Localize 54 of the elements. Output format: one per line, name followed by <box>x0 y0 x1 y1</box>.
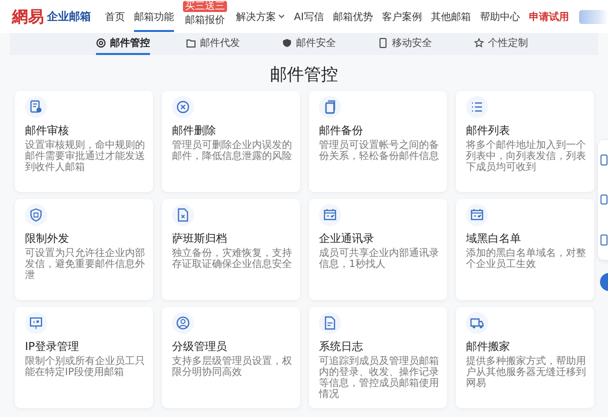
feature-card[interactable]: 分级管理员 支持多层级管理员设置，权限分明协同高效 <box>162 307 300 408</box>
feature-card[interactable]: 邮件搬家 提供多种搬家方式，帮助用户从其他服务器无缝迁移到网易 <box>456 307 594 408</box>
feature-card[interactable]: 萨班斯归档 独立备份，灾难恢复，支持存证取证确保企业信息安全 <box>162 199 300 300</box>
nav-dropdown[interactable]: 解决方案 <box>236 2 285 32</box>
nav-link[interactable]: 其他邮箱 <box>430 2 471 32</box>
feature-description: 限制个别或所有企业员工只能在特定IP段使用邮箱 <box>25 356 145 378</box>
feature-title: 分级管理员 <box>172 340 227 354</box>
feature-title: 邮件审核 <box>25 124 69 138</box>
feature-title: 邮件列表 <box>466 124 510 138</box>
feature-description: 设置审核规则，命中规则的邮件需要审批通过才能发送到收件人邮箱 <box>25 140 145 173</box>
feature-title: 限制外发 <box>25 232 69 246</box>
feature-card[interactable]: 限制外发 可设置为只允许往企业内部发信，避免重要邮件信息外泄 <box>15 199 153 300</box>
feature-title: IP登录管理 <box>25 340 79 354</box>
trial-link[interactable]: 申请试用 <box>528 2 569 32</box>
feature-description: 独立备份，灾难恢复，支持存证取证确保企业信息安全 <box>172 248 292 270</box>
feature-title: 域黑白名单 <box>466 232 521 246</box>
feature-description: 可追踪到成员及管理员邮箱内的登录、收发、操作记录等信息，管控成员邮箱使用情况 <box>319 356 439 400</box>
nav-link[interactable]: 客户案例 <box>382 2 422 32</box>
feature-title: 系统日志 <box>319 340 363 354</box>
feature-title: 邮件备份 <box>319 124 363 138</box>
feature-title: 萨班斯归档 <box>172 232 227 246</box>
feature-description: 管理员可设置帐号之间的备份关系，轻松备份邮件信息 <box>319 140 439 162</box>
feature-tab[interactable]: 移动安全 <box>378 33 474 55</box>
feature-card[interactable]: 域黑白名单 添加的黑白名单域名，对整个企业员工生效 <box>456 199 594 300</box>
feature-card[interactable]: 邮件备份 管理员可设置帐号之间的备份关系，轻松备份邮件信息 <box>309 91 447 192</box>
feature-description: 将多个邮件地址加入到一个列表中，向列表发信，列表下成员均可收到 <box>466 140 586 173</box>
feature-title: 邮件删除 <box>172 124 216 138</box>
nav-link[interactable]: 帮助中心 <box>480 2 520 32</box>
feature-title: 企业通讯录 <box>319 232 374 246</box>
feature-card[interactable]: 邮件审核 设置审核规则，命中规则的邮件需要审批通过才能发送到收件人邮箱 <box>15 91 153 192</box>
feature-title: 邮件搬家 <box>466 340 510 354</box>
feature-description: 管理员可删除企业内误发的邮件，降低信息泄露的风险 <box>172 140 292 162</box>
feature-description: 成员可共享企业内部通讯录信息，1秒找人 <box>319 248 439 270</box>
feature-card[interactable]: IP登录管理 限制个别或所有企业员工只能在特定IP段使用邮箱 <box>15 307 153 408</box>
section-title: 邮件管控 <box>269 64 339 87</box>
nav-link[interactable]: 首页 <box>105 2 125 32</box>
feature-description: 可设置为只允许往企业内部发信，避免重要邮件信息外泄 <box>25 248 145 281</box>
feature-description: 支持多层级管理员设置，权限分明协同高效 <box>172 356 292 378</box>
feature-description: 添加的黑白名单域名，对整个企业员工生效 <box>466 248 586 270</box>
logo-mark[interactable]: 網易 <box>12 6 44 26</box>
feature-card[interactable]: 邮件删除 管理员可删除企业内误发的邮件，降低信息泄露的风险 <box>162 91 300 192</box>
feature-card[interactable]: 邮件列表 将多个邮件地址加入到一个列表中，向列表发信，列表下成员均可收到 <box>456 91 594 192</box>
feature-card[interactable]: 系统日志 可追踪到成员及管理员邮箱内的登录、收发、操作记录等信息，管控成员邮箱使用情况 <box>309 307 447 408</box>
feature-tab[interactable]: 邮件管控 <box>96 33 150 55</box>
promo-badge: 买三送三 <box>183 1 227 12</box>
nav-link[interactable]: 邮箱优势 <box>332 2 373 32</box>
feature-tab[interactable]: 个性定制 <box>474 33 570 55</box>
nav-link[interactable]: 邮箱报价 <box>185 13 225 35</box>
feature-tab[interactable]: 邮件安全 <box>282 33 378 55</box>
feature-card[interactable]: 企业通讯录 成员可共享企业内部通讯录信息，1秒找人 <box>309 199 447 300</box>
nav-link[interactable]: AI写信 <box>294 2 324 32</box>
logo-text[interactable]: 企业邮箱 <box>47 9 91 24</box>
feature-description: 提供多种搬家方式，帮助用户从其他服务器无缝迁移到网易 <box>466 356 586 389</box>
feature-tab[interactable]: 邮件代发 <box>186 33 282 55</box>
